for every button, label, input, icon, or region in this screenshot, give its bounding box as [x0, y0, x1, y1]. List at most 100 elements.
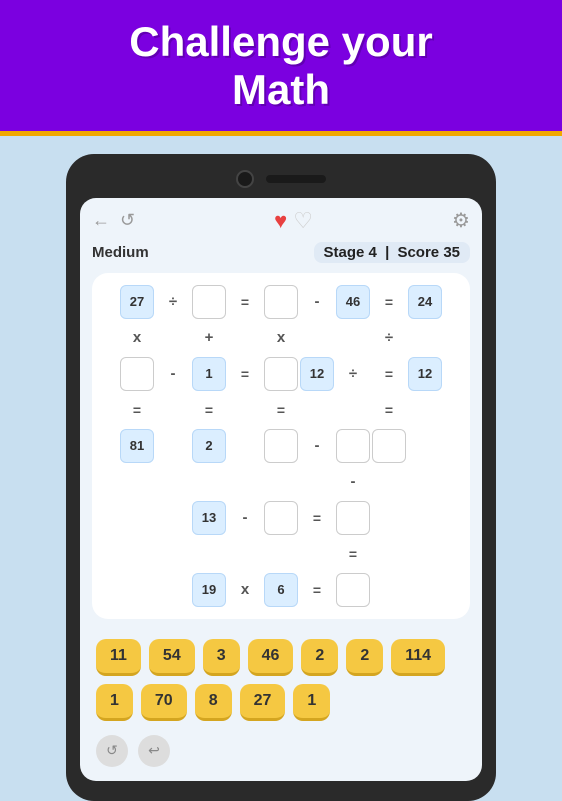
undo-button[interactable]: ↺	[96, 735, 128, 767]
tile-1b[interactable]: 1	[293, 684, 330, 721]
cell: x	[264, 321, 298, 355]
gear-icon[interactable]: ⚙	[452, 208, 470, 233]
cell	[372, 573, 406, 607]
tile-114[interactable]: 114	[391, 639, 445, 676]
cell-blank[interactable]	[192, 285, 226, 319]
cell: =	[336, 537, 370, 571]
tablet-frame: ← ↺ ♥ ♡ ⚙ Medium Stage 4 | Score 35 27	[66, 154, 496, 801]
cell	[228, 465, 262, 499]
tile-54[interactable]: 54	[149, 639, 195, 676]
cell	[408, 393, 442, 427]
tile-70[interactable]: 70	[141, 684, 187, 721]
tablet-speaker	[266, 175, 326, 183]
header-banner: Challenge your Math	[0, 0, 562, 136]
cell-blank[interactable]	[336, 573, 370, 607]
cell	[156, 501, 190, 535]
tile-2a[interactable]: 2	[301, 639, 338, 676]
cell-blank[interactable]	[264, 429, 298, 463]
cell: =	[372, 357, 406, 391]
tile-3[interactable]: 3	[203, 639, 240, 676]
cell	[408, 501, 442, 535]
cell	[156, 429, 190, 463]
cell	[120, 573, 154, 607]
cell	[228, 321, 262, 355]
tile-1a[interactable]: 1	[96, 684, 133, 721]
cell: x	[120, 321, 154, 355]
cell	[228, 537, 262, 571]
bottom-icons: ↺ ↩	[92, 729, 470, 767]
cell: x	[228, 573, 262, 607]
cell: =	[372, 393, 406, 427]
cell	[408, 573, 442, 607]
cell	[228, 429, 262, 463]
cell	[156, 465, 190, 499]
cell: =	[300, 573, 334, 607]
tablet-camera-row	[80, 170, 482, 188]
tile-27[interactable]: 27	[240, 684, 286, 721]
heart-empty-icon: ♡	[293, 208, 313, 234]
cell: -	[300, 285, 334, 319]
cell-blank[interactable]	[264, 501, 298, 535]
cell: ÷	[156, 285, 190, 319]
cell	[192, 537, 226, 571]
tablet-screen: ← ↺ ♥ ♡ ⚙ Medium Stage 4 | Score 35 27	[80, 198, 482, 781]
cell	[120, 465, 154, 499]
cell	[300, 537, 334, 571]
cell	[300, 393, 334, 427]
hearts: ♥ ♡	[274, 208, 313, 234]
cell	[372, 537, 406, 571]
tile-11[interactable]: 11	[96, 639, 141, 676]
cell: 12	[300, 357, 334, 391]
cell: =	[372, 285, 406, 319]
back-step-button[interactable]: ↩	[138, 735, 170, 767]
cell: -	[300, 429, 334, 463]
cell	[120, 537, 154, 571]
cell	[264, 537, 298, 571]
info-bar: Medium Stage 4 | Score 35	[92, 242, 470, 263]
cell-blank[interactable]	[264, 357, 298, 391]
heart-full-icon: ♥	[274, 208, 287, 234]
cell	[336, 321, 370, 355]
top-nav: ← ↺ ♥ ♡ ⚙	[92, 208, 470, 234]
cell: ÷	[372, 321, 406, 355]
cell	[336, 393, 370, 427]
cell: 27	[120, 285, 154, 319]
cell: =	[228, 285, 262, 319]
cell: 46	[336, 285, 370, 319]
tile-46[interactable]: 46	[248, 639, 294, 676]
stage-score: Stage 4 | Score 35	[314, 242, 470, 263]
cell	[156, 537, 190, 571]
cell	[228, 393, 262, 427]
cell	[300, 465, 334, 499]
cell	[192, 465, 226, 499]
cell	[264, 465, 298, 499]
tile-2b[interactable]: 2	[346, 639, 383, 676]
cell-blank[interactable]	[372, 429, 406, 463]
cell: 6	[264, 573, 298, 607]
cell-blank[interactable]	[336, 501, 370, 535]
refresh-button[interactable]: ↺	[120, 210, 135, 231]
cell: 2	[192, 429, 226, 463]
cell	[156, 573, 190, 607]
difficulty-label: Medium	[92, 244, 149, 261]
cell-blank[interactable]	[120, 357, 154, 391]
cell-blank[interactable]	[264, 285, 298, 319]
back-button[interactable]: ←	[92, 210, 110, 231]
cell: =	[192, 393, 226, 427]
answer-tiles: 11 54 3 46 2 2 114 1 70 8 27 1	[92, 631, 470, 729]
cell	[408, 429, 442, 463]
cell: 24	[408, 285, 442, 319]
cell	[408, 465, 442, 499]
cell: 81	[120, 429, 154, 463]
cell: -	[336, 465, 370, 499]
cell: ÷	[336, 357, 370, 391]
cell	[372, 501, 406, 535]
header-title: Challenge your Math	[20, 18, 542, 115]
tile-8[interactable]: 8	[195, 684, 232, 721]
cell-blank[interactable]	[336, 429, 370, 463]
cell	[300, 321, 334, 355]
cell	[156, 393, 190, 427]
cell: =	[300, 501, 334, 535]
cell	[120, 501, 154, 535]
cell	[408, 537, 442, 571]
